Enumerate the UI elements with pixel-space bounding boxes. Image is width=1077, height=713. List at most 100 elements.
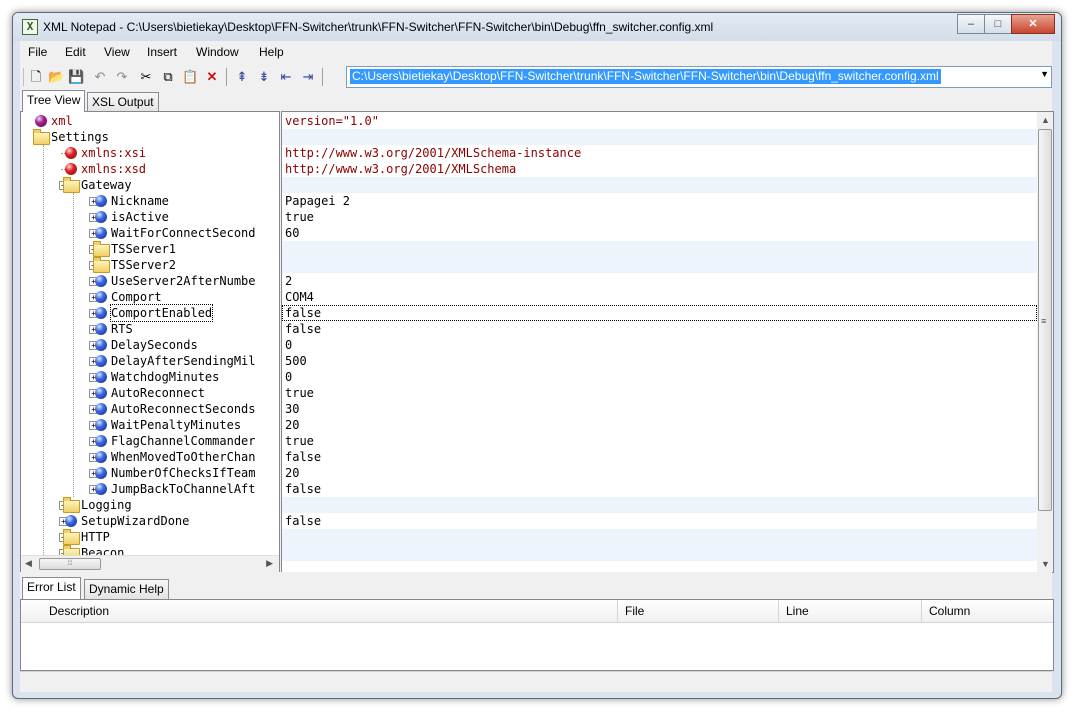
tree-node[interactable]: + RTS xyxy=(21,321,279,337)
tree-node[interactable]: + WaitForConnectSecond xyxy=(21,225,279,241)
tree-node-label[interactable]: SetupWizardDone xyxy=(81,513,189,529)
value-row[interactable]: false xyxy=(282,321,1037,337)
value-row[interactable]: http://www.w3.org/2001/XMLSchema xyxy=(282,161,1037,177)
tree-node[interactable]: + FlagChannelCommander xyxy=(21,433,279,449)
tree-node-label[interactable]: FlagChannelCommander xyxy=(111,433,256,449)
nudge-right-icon[interactable]: ⇥ xyxy=(300,69,316,85)
tree-node-label[interactable]: NumberOfChecksIfTeam xyxy=(111,465,256,481)
node-value-text[interactable]: http://www.w3.org/2001/XMLSchema-instanc… xyxy=(285,145,581,161)
tree-view-pane[interactable]: xmlSettingsxmlns:xsixmlns:xsd−Gateway+Ni… xyxy=(20,111,280,573)
tree-node-label[interactable]: HTTP xyxy=(81,529,110,545)
tree-node[interactable]: xmlns:xsi xyxy=(21,145,279,161)
tree-node[interactable]: + SetupWizardDone xyxy=(21,513,279,529)
column-header-column[interactable]: Column xyxy=(929,604,970,618)
scroll-down-icon[interactable]: ▼ xyxy=(1041,559,1050,569)
scroll-left-icon[interactable]: ◀ xyxy=(25,558,32,569)
tree-node-label[interactable]: xmlns:xsd xyxy=(81,161,146,177)
node-value-text[interactable]: 0 xyxy=(285,369,292,385)
node-value-text[interactable]: false xyxy=(285,305,321,321)
node-value-text[interactable]: false xyxy=(285,449,321,465)
tab-xsl-output[interactable]: XSL Output xyxy=(87,92,159,112)
tree-node[interactable]: −Gateway xyxy=(21,177,279,193)
nudge-left-icon[interactable]: ⇤ xyxy=(278,69,294,85)
nudge-up-icon[interactable]: ⇞ xyxy=(234,69,250,85)
column-divider[interactable] xyxy=(921,600,922,622)
tree-node-label[interactable]: Settings xyxy=(51,129,109,145)
value-row[interactable] xyxy=(282,497,1037,513)
node-value-text[interactable]: 30 xyxy=(285,401,299,417)
value-row[interactable]: COM4 xyxy=(282,289,1037,305)
value-row[interactable]: version="1.0" xyxy=(282,113,1037,129)
tree-node-label[interactable]: AutoReconnectSeconds xyxy=(111,401,256,417)
tree-node-label[interactable]: Comport xyxy=(111,289,162,305)
tree-node-label[interactable]: xml xyxy=(51,113,73,129)
node-value-text[interactable]: 60 xyxy=(285,225,299,241)
tree-node[interactable]: + UseServer2AfterNumbe xyxy=(21,273,279,289)
tab-dynamic-help[interactable]: Dynamic Help xyxy=(84,579,169,599)
column-header-file[interactable]: File xyxy=(625,604,644,618)
tree-node-label[interactable]: DelaySeconds xyxy=(111,337,198,353)
title-bar[interactable]: X XML Notepad - C:\Users\bietiekay\Deskt… xyxy=(13,13,1061,41)
value-row[interactable] xyxy=(282,177,1037,193)
tree-node-label[interactable]: DelayAfterSendingMil xyxy=(111,353,256,369)
value-row[interactable]: 30 xyxy=(282,401,1037,417)
column-divider[interactable] xyxy=(617,600,618,622)
tree-node[interactable]: + Comport xyxy=(21,289,279,305)
tree-node-label[interactable]: ComportEnabled xyxy=(109,304,214,322)
menu-help[interactable]: Help xyxy=(259,45,284,59)
location-combobox[interactable]: C:\Users\bietiekay\Desktop\FFN-Switcher\… xyxy=(346,66,1052,88)
node-value-text[interactable]: false xyxy=(285,513,321,529)
error-list-panel[interactable]: Description File Line Column xyxy=(20,599,1054,671)
value-row[interactable]: false xyxy=(282,513,1037,529)
scroll-thumb[interactable]: ⦙⦙⦙ xyxy=(39,558,101,570)
value-row[interactable]: Papagei 2 xyxy=(282,193,1037,209)
tree-node[interactable]: +Logging xyxy=(21,497,279,513)
copy-icon[interactable]: ⧉ xyxy=(160,69,176,85)
node-value-text[interactable]: true xyxy=(285,209,314,225)
tree-node[interactable]: + WaitPenaltyMinutes xyxy=(21,417,279,433)
menu-view[interactable]: View xyxy=(104,45,130,59)
node-value-text[interactable]: 20 xyxy=(285,417,299,433)
tree-node-label[interactable]: isActive xyxy=(111,209,169,225)
node-value-text[interactable]: false xyxy=(285,321,321,337)
value-row[interactable]: 2 xyxy=(282,273,1037,289)
location-input[interactable]: C:\Users\bietiekay\Desktop\FFN-Switcher\… xyxy=(350,69,941,84)
tree-node-label[interactable]: RTS xyxy=(111,321,133,337)
tree-node[interactable]: + JumpBackToChannelAft xyxy=(21,481,279,497)
undo-icon[interactable]: ↶ xyxy=(92,69,108,85)
tree-node[interactable]: + ComportEnabled xyxy=(21,304,279,322)
tree-node[interactable]: + Nickname xyxy=(21,193,279,209)
node-value-text[interactable]: 20 xyxy=(285,465,299,481)
value-row[interactable] xyxy=(282,545,1037,561)
value-row[interactable]: true xyxy=(282,433,1037,449)
save-icon[interactable]: 💾 xyxy=(68,69,84,85)
tree-node[interactable]: +HTTP xyxy=(21,529,279,545)
tree-node[interactable]: Settings xyxy=(21,129,279,145)
tree-node-label[interactable]: TSServer1 xyxy=(111,241,176,257)
tree-node-label[interactable]: UseServer2AfterNumbe xyxy=(111,273,256,289)
node-value-text[interactable]: true xyxy=(285,433,314,449)
tree-node[interactable]: + isActive xyxy=(21,209,279,225)
node-value-text[interactable]: COM4 xyxy=(285,289,314,305)
tree-node-label[interactable]: AutoReconnect xyxy=(111,385,205,401)
value-row[interactable] xyxy=(282,529,1037,545)
tab-tree-view[interactable]: Tree View xyxy=(22,90,86,112)
scroll-up-icon[interactable]: ▲ xyxy=(1041,115,1050,125)
node-value-text[interactable]: 500 xyxy=(285,353,307,369)
node-value-text[interactable]: version="1.0" xyxy=(285,113,379,129)
redo-icon[interactable]: ↷ xyxy=(114,69,130,85)
tree-node-label[interactable]: Gateway xyxy=(81,177,132,193)
horizontal-scrollbar[interactable]: ◀ ⦙⦙⦙ ▶ xyxy=(21,555,279,572)
tree-node[interactable]: +TSServer2 xyxy=(21,257,279,273)
vertical-scrollbar[interactable]: ▲ ≡ ▼ xyxy=(1037,112,1053,572)
tree-node[interactable]: + WatchdogMinutes xyxy=(21,369,279,385)
value-row[interactable] xyxy=(282,257,1037,273)
value-row[interactable]: false xyxy=(282,481,1037,497)
tree-node-label[interactable]: WaitPenaltyMinutes xyxy=(111,417,241,433)
value-row[interactable]: 500 xyxy=(282,353,1037,369)
value-row[interactable]: http://www.w3.org/2001/XMLSchema-instanc… xyxy=(282,145,1037,161)
tree-node[interactable]: xmlns:xsd xyxy=(21,161,279,177)
column-divider[interactable] xyxy=(778,600,779,622)
node-text-pane[interactable]: version="1.0" http://www.w3.org/2001/XMLS… xyxy=(281,111,1054,573)
value-row[interactable]: false xyxy=(282,449,1037,465)
